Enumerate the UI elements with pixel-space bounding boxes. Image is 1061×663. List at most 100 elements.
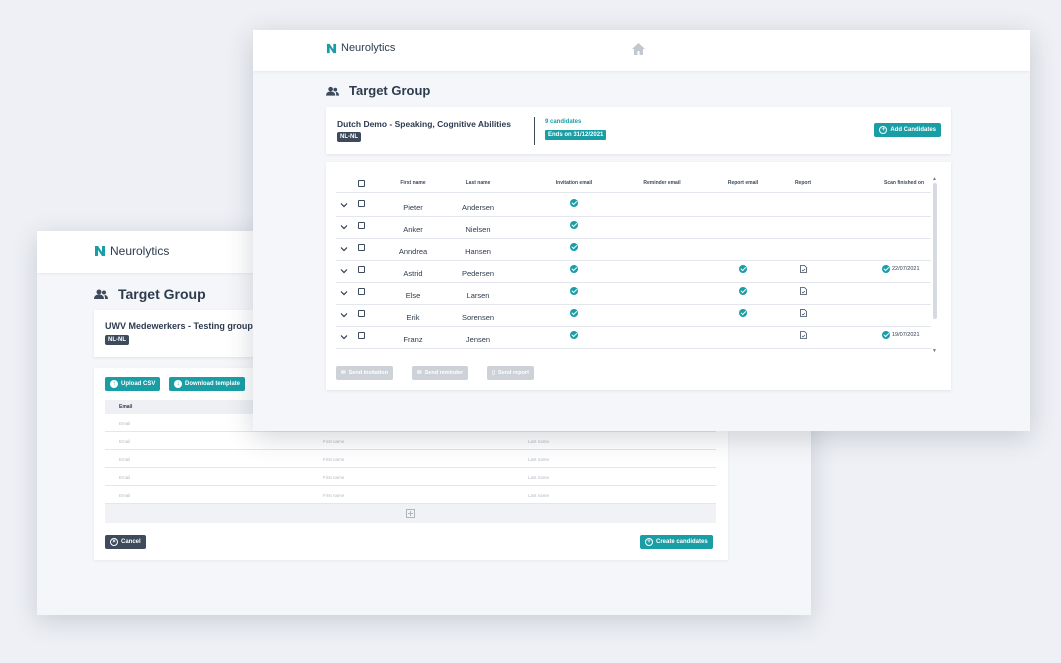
last-name-field[interactable]: Last name [528,439,549,444]
email-field[interactable]: Email [119,439,130,444]
table-row[interactable]: Erik Sorensen [336,305,931,327]
candidate-count: 9 candidates [545,119,582,125]
add-candidates-button[interactable]: + Add Candidates [874,123,941,137]
select-all-checkbox[interactable] [358,180,365,187]
add-row-button[interactable] [105,504,716,523]
check-icon [739,265,747,273]
report-email-header: Report email [727,180,759,186]
report-document-icon[interactable] [800,331,807,341]
upload-csv-label: Upload CSV [121,381,156,387]
row-checkbox[interactable] [358,332,365,339]
check-icon [570,265,578,273]
add-candidates-label: Add Candidates [890,127,936,133]
scan-finished-header: Scan finished on [883,180,925,186]
report-document-icon[interactable] [800,309,807,319]
row-checkbox[interactable] [358,200,365,207]
first-name-field[interactable]: First name [323,457,344,462]
table-row[interactable]: Astrid Pedersen 22/07/2021 [336,261,931,283]
chevron-down-icon[interactable] [340,333,348,341]
check-icon [570,309,578,317]
download-icon: ↓ [174,380,182,388]
page-title-text: Target Group [349,83,431,98]
last-name-field[interactable]: Last name [528,493,549,498]
row-checkbox[interactable] [358,266,365,273]
users-icon [326,86,339,96]
candidate-rows: Pieter Andersen Anker Nielsen Anndrea Hansen A… [336,195,931,349]
first-name-field[interactable]: First name [323,439,344,444]
chevron-down-icon[interactable] [340,245,348,253]
cancel-button[interactable]: × Cancel [105,535,146,549]
first-name-field[interactable]: First name [323,475,344,480]
email-field[interactable]: Email [119,475,130,480]
chevron-down-icon[interactable] [340,267,348,275]
check-icon [570,221,578,229]
chevron-down-icon[interactable] [340,311,348,319]
first-name-field[interactable]: First name [323,493,344,498]
download-template-button[interactable]: ↓ Download template [169,377,246,391]
table-row[interactable]: Email First name Last name [105,432,716,450]
scroll-up-arrow[interactable]: ▲ [932,176,937,182]
table-row[interactable]: Else Larsen [336,283,931,305]
table-row[interactable]: Anker Nielsen [336,217,931,239]
assessment-card: Dutch Demo - Speaking, Cognitive Abiliti… [326,107,951,154]
send-reminder-button[interactable]: ✉ Send reminder [412,366,469,380]
first-name-cell: Erik [406,313,420,322]
first-name-cell: Anker [403,225,423,234]
scan-finished-cell: 22/07/2021 [882,265,920,273]
chevron-down-icon[interactable] [340,223,348,231]
chevron-down-icon[interactable] [340,201,348,209]
logo[interactable]: Neurolytics [94,244,169,258]
assessment-name: Dutch Demo - Speaking, Cognitive Abiliti… [337,119,511,129]
row-checkbox[interactable] [358,244,365,251]
scroll-thumb[interactable] [933,183,937,319]
page-title-text: Target Group [118,286,206,302]
brand-name: Neurolytics [341,42,396,54]
send-invitation-label: Send invitation [348,370,389,376]
users-icon [94,289,108,299]
page-title: Target Group [326,83,430,98]
first-name-cell: Pieter [403,203,423,212]
scroll-down-arrow[interactable]: ▼ [932,348,937,354]
front-window: Neurolytics Target Group Dutch Demo - Sp… [253,30,1030,431]
download-template-label: Download template [185,381,241,387]
last-name-field[interactable]: Last name [528,457,549,462]
row-checkbox[interactable] [358,222,365,229]
table-row[interactable]: Franz Jensen 19/07/2021 [336,327,931,349]
home-icon[interactable] [631,42,646,56]
close-icon: × [110,538,118,546]
table-row[interactable]: Email First name Last name [105,468,716,486]
email-field[interactable]: Email [119,421,130,426]
report-document-icon[interactable] [800,265,807,275]
logo[interactable]: Neurolytics [326,42,395,54]
group-name: UWV Medewerkers - Testing group [105,321,253,331]
email-field[interactable]: Email [119,493,130,498]
upload-csv-button[interactable]: ↑ Upload CSV [105,377,161,391]
report-document-icon[interactable] [800,287,807,297]
table-row[interactable]: Pieter Andersen [336,195,931,217]
email-field[interactable]: Email [119,457,130,462]
create-candidates-button[interactable]: + Create candidates [640,535,713,549]
language-tag: NL-NL [337,132,361,142]
send-report-button[interactable]: ▯ Send report [487,366,534,380]
table-row[interactable]: Anndrea Hansen [336,239,931,261]
table-row[interactable]: Email First name Last name [105,486,716,504]
row-checkbox[interactable] [358,288,365,295]
plus-icon [406,509,415,518]
row-checkbox[interactable] [358,310,365,317]
brand-name: Neurolytics [110,244,170,258]
invitation-email-header: Invitation email [555,180,593,186]
send-invitation-button[interactable]: ✉ Send invitation [336,366,394,380]
neurolytics-logo-icon [95,246,105,256]
last-name-cell: Larsen [466,291,490,300]
last-name-cell: Andersen [461,203,495,212]
chevron-down-icon[interactable] [340,289,348,297]
last-name-cell: Sorensen [461,313,495,322]
table-row[interactable]: Email First name Last name [105,450,716,468]
check-icon [739,287,747,295]
send-report-label: Send report [498,370,529,376]
mail-icon: ✉ [417,370,422,376]
table-header: First name Last name Invitation email Re… [336,172,931,193]
last-name-field[interactable]: Last name [528,475,549,480]
first-name-cell: Franz [403,335,423,344]
scrollbar[interactable]: ▲ ▼ [932,176,938,358]
